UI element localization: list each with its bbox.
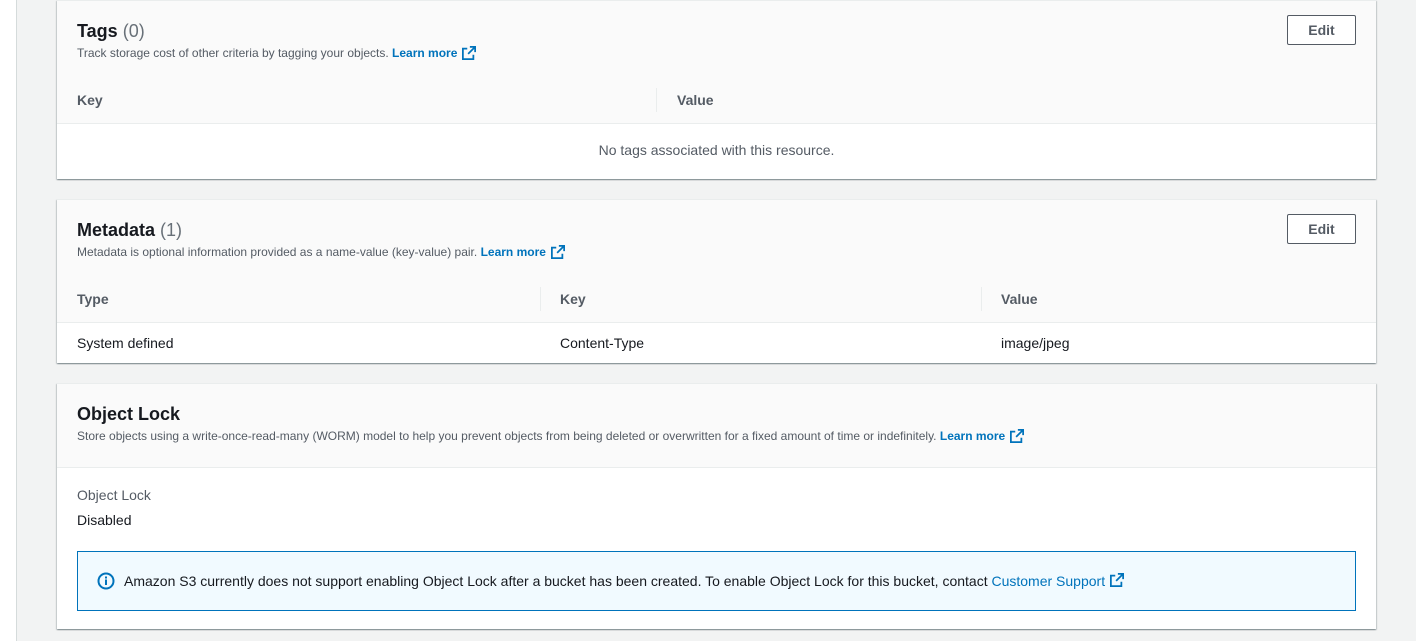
- tags-title: Tags (0): [77, 19, 1356, 43]
- table-row: System defined Content-Type image/jpeg: [57, 323, 1376, 363]
- tags-description-text: Track storage cost of other criteria by …: [77, 46, 389, 60]
- metadata-row-value: image/jpeg: [1001, 335, 1070, 351]
- tags-column-value[interactable]: Value: [677, 76, 714, 124]
- object-lock-status: Disabled: [77, 512, 132, 528]
- object-lock-learn-more-link[interactable]: Learn more: [940, 429, 1005, 443]
- tags-count: (0): [122, 21, 145, 41]
- info-icon: [97, 572, 115, 590]
- object-lock-title: Object Lock: [77, 404, 181, 424]
- tags-description: Track storage cost of other criteria by …: [77, 45, 1356, 64]
- tags-panel: Tags (0) Track storage cost of other cri…: [57, 0, 1376, 179]
- object-lock-panel-header: Object Lock Store objects using a write-…: [57, 384, 1376, 468]
- customer-support-link[interactable]: Customer Support: [991, 573, 1105, 589]
- column-divider[interactable]: [656, 88, 657, 112]
- object-lock-field-label: Object Lock: [77, 487, 151, 503]
- object-lock-description-text: Store objects using a write-once-read-ma…: [77, 429, 937, 443]
- metadata-row-type: System defined: [77, 335, 174, 351]
- metadata-title: Metadata (1): [77, 218, 1356, 242]
- left-navigation-rail: [0, 0, 17, 641]
- metadata-table-header: Type Key Value: [57, 275, 1376, 323]
- metadata-panel: Metadata (1) Metadata is optional inform…: [57, 199, 1376, 363]
- metadata-description-text: Metadata is optional information provide…: [77, 245, 478, 259]
- metadata-edit-button[interactable]: Edit: [1287, 214, 1356, 244]
- tags-learn-more-link[interactable]: Learn more: [392, 46, 457, 60]
- object-lock-description: Store objects using a write-once-read-ma…: [77, 428, 1356, 447]
- object-lock-info-alert: Amazon S3 currently does not support ena…: [77, 551, 1356, 611]
- metadata-count: (1): [160, 220, 183, 240]
- metadata-column-key[interactable]: Key: [560, 275, 586, 323]
- metadata-row-key: Content-Type: [560, 335, 645, 351]
- tags-empty-message: No tags associated with this resource.: [57, 124, 1376, 179]
- object-lock-body: Object Lock Disabled Amazon S3 currently…: [57, 468, 1376, 611]
- metadata-title-text: Metadata: [77, 220, 156, 240]
- external-link-icon[interactable]: [1110, 572, 1125, 590]
- metadata-learn-more-link[interactable]: Learn more: [481, 245, 546, 259]
- tags-panel-header: Tags (0) Track storage cost of other cri…: [57, 1, 1376, 124]
- external-link-icon[interactable]: [462, 46, 477, 64]
- alert-text: Amazon S3 currently does not support ena…: [124, 573, 988, 589]
- metadata-column-type[interactable]: Type: [77, 275, 109, 323]
- tags-edit-button[interactable]: Edit: [1287, 15, 1356, 45]
- column-divider[interactable]: [981, 287, 982, 311]
- tags-column-key[interactable]: Key: [77, 76, 103, 124]
- tags-title-text: Tags: [77, 21, 118, 41]
- metadata-description: Metadata is optional information provide…: [77, 244, 1356, 263]
- metadata-column-value[interactable]: Value: [1001, 275, 1038, 323]
- tags-table-header: Key Value: [57, 76, 1376, 124]
- external-link-icon[interactable]: [550, 245, 565, 263]
- object-lock-panel: Object Lock Store objects using a write-…: [57, 383, 1376, 629]
- metadata-panel-header: Metadata (1) Metadata is optional inform…: [57, 200, 1376, 323]
- column-divider[interactable]: [540, 287, 541, 311]
- external-link-icon[interactable]: [1010, 429, 1025, 447]
